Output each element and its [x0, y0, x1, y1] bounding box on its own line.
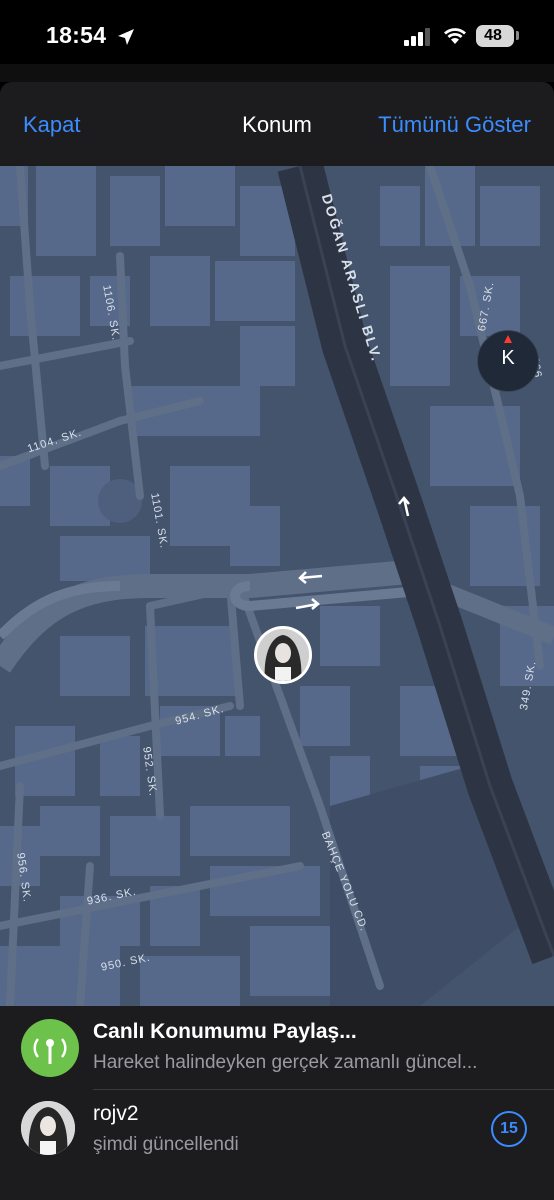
compass-north-indicator: [504, 335, 512, 343]
map-canvas: [0, 166, 554, 1006]
cellular-signal-icon: [404, 28, 430, 46]
share-live-location-title[interactable]: Canlı Konumumu Paylaş...: [93, 1020, 357, 1044]
map-view[interactable]: DOĞAN ARASLI BLV. 1106. SK. 1104. SK. 11…: [0, 166, 554, 1006]
pin-avatar: [257, 629, 309, 681]
share-live-location-subtitle: Hareket halindeyken gerçek zamanlı günce…: [93, 1052, 478, 1073]
contact-status: şimdi güncellendi: [93, 1134, 239, 1155]
bottom-sheet: Canlı Konumumu Paylaş... Hareket halinde…: [0, 1006, 554, 1200]
compass-button[interactable]: K: [477, 330, 539, 392]
close-button[interactable]: Kapat: [23, 112, 81, 138]
battery-tip: [516, 31, 519, 40]
nav-bar: Kapat Konum Tümünü Göster: [0, 82, 554, 166]
contact-name[interactable]: rojv2: [93, 1102, 139, 1126]
battery-level: 48: [484, 27, 502, 44]
wifi-icon: [444, 28, 466, 44]
timer-value: 15: [500, 1120, 518, 1137]
timer-badge[interactable]: 15: [491, 1111, 527, 1147]
battery-icon: 48: [476, 25, 514, 47]
user-location-pin[interactable]: [254, 626, 312, 684]
avatar[interactable]: [21, 1101, 75, 1155]
compass-label: K: [501, 347, 515, 369]
background-sheet-edge: [0, 64, 554, 82]
location-arrow-icon: [118, 29, 134, 45]
status-time: 18:54: [46, 22, 107, 48]
divider: [93, 1089, 554, 1090]
live-location-icon[interactable]: [21, 1019, 79, 1077]
show-all-button[interactable]: Tümünü Göster: [378, 112, 531, 138]
status-bar: 18:54 48: [0, 0, 554, 72]
